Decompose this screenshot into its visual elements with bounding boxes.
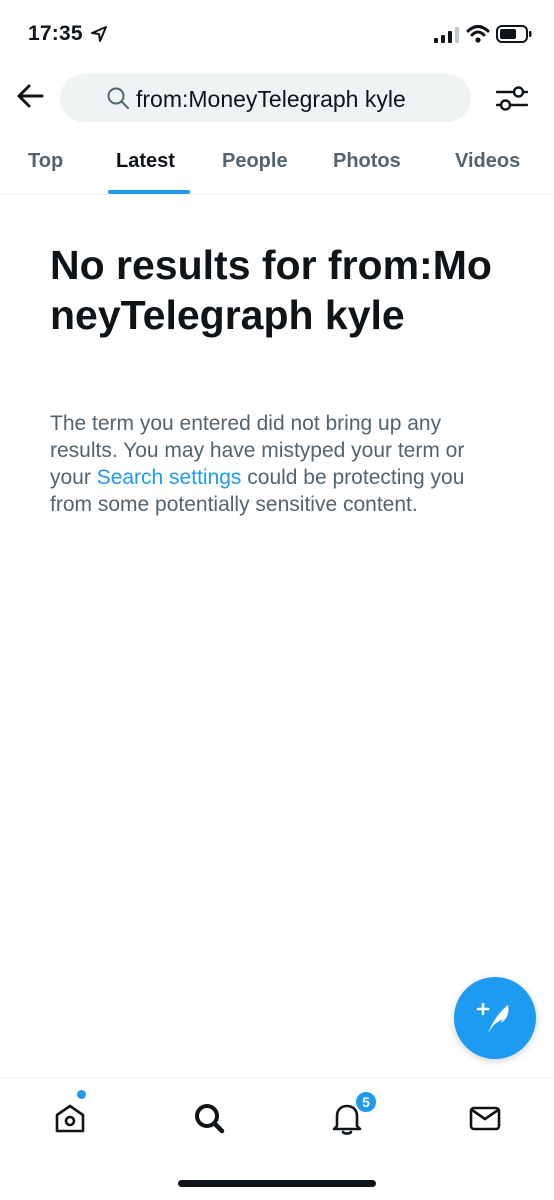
tab-people[interactable]: People [222, 150, 288, 173]
active-tab-indicator [108, 190, 190, 194]
home-indicator[interactable] [178, 1180, 376, 1187]
compose-tweet-button[interactable] [454, 977, 536, 1059]
search-settings-link[interactable]: Search settings [97, 466, 242, 489]
notifications-badge: 5 [354, 1090, 378, 1114]
nav-home[interactable] [50, 1098, 90, 1138]
nav-search[interactable] [189, 1098, 229, 1138]
tab-top[interactable]: Top [28, 150, 63, 173]
location-arrow-icon [91, 26, 107, 42]
tab-photos[interactable]: Photos [333, 150, 401, 173]
wifi-icon [466, 25, 490, 43]
nav-messages[interactable] [465, 1098, 505, 1138]
status-time: 17:35 [28, 22, 83, 45]
cellular-signal-icon [434, 27, 459, 43]
compose-feather-icon [476, 1002, 509, 1033]
search-icon [195, 1104, 225, 1134]
empty-state-body: The term you entered did not bring up an… [50, 410, 510, 518]
status-bar: 17:35 [0, 0, 554, 68]
search-query[interactable]: from:MoneyTelegraph kyle [136, 86, 406, 113]
search-tabs: Top Latest People Photos Videos [0, 140, 554, 195]
search-filter-icon[interactable] [494, 80, 530, 116]
battery-icon [496, 25, 532, 43]
tab-latest[interactable]: Latest [116, 150, 175, 173]
home-icon [55, 1104, 85, 1133]
search-icon [107, 87, 129, 109]
mail-icon [469, 1106, 501, 1131]
new-content-dot [77, 1090, 86, 1099]
tab-videos[interactable]: Videos [455, 150, 520, 173]
empty-state-title: No results for from:MoneyTelegraph kyle [50, 242, 492, 338]
back-arrow-icon[interactable] [14, 80, 46, 112]
